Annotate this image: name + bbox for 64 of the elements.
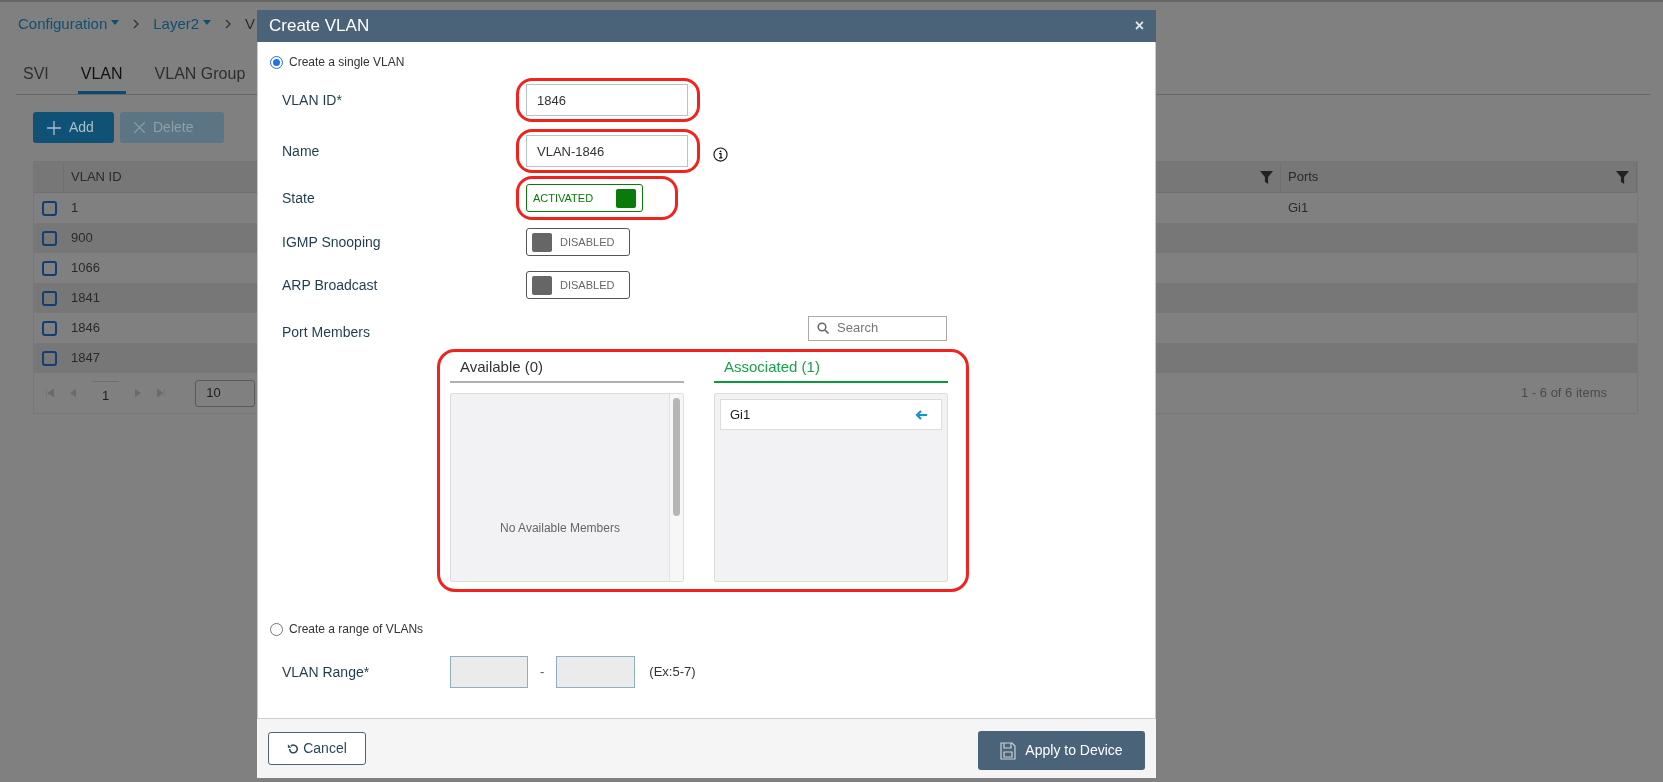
filter-icon[interactable] <box>1616 170 1629 184</box>
pane-tab[interactable]: Available (0) <box>450 353 684 383</box>
toggle-switch[interactable]: ACTIVATED <box>526 184 643 212</box>
field-label: Port Members <box>282 322 371 342</box>
search-field[interactable]: Search <box>808 315 947 341</box>
pane-tab[interactable]: Associated (1) <box>714 353 948 383</box>
range-end-field[interactable] <box>556 656 636 688</box>
checkbox[interactable] <box>41 260 57 276</box>
toggle-switch[interactable]: DISABLED <box>526 271 630 299</box>
apply-button[interactable]: Apply to Device <box>978 731 1145 770</box>
left-arrow-icon[interactable] <box>915 409 927 420</box>
tab[interactable]: VLAN Group <box>151 62 249 94</box>
filter-icon[interactable] <box>1260 170 1273 184</box>
chevron-right-icon <box>133 19 140 29</box>
table-cell-text: 1066 <box>71 259 100 278</box>
page-size-select[interactable]: 10 <box>195 379 256 407</box>
table-cell-text: 1841 <box>71 289 100 308</box>
close-button[interactable]: × <box>1134 18 1144 34</box>
column-header: Ports <box>1288 168 1319 187</box>
search-input[interactable]: Search <box>837 318 927 338</box>
field-label: ARP Broadcast <box>282 275 379 295</box>
tab[interactable]: SVI <box>20 62 52 94</box>
radio-label: Create a single VLAN <box>289 54 405 71</box>
checkbox[interactable] <box>41 290 57 306</box>
page-number[interactable]: 1 <box>92 380 120 406</box>
empty-message: No Available Members <box>500 520 620 537</box>
field-label: IGMP Snooping <box>282 232 382 252</box>
table-cell-text: 900 <box>71 229 93 248</box>
checkbox[interactable] <box>41 230 57 246</box>
field-label: VLAN ID* <box>282 90 343 110</box>
add-button[interactable]: Add <box>33 112 114 143</box>
radio-label: Create a range of VLANs <box>289 621 424 638</box>
range-start-field[interactable] <box>450 656 528 688</box>
undo-icon <box>287 742 300 755</box>
caret-icon <box>203 19 212 25</box>
caret-icon <box>111 19 120 25</box>
list-item[interactable]: Gi1 <box>720 399 942 430</box>
tab[interactable]: VLAN <box>77 62 126 94</box>
range-separator: - <box>540 663 545 682</box>
close-icon <box>134 122 145 133</box>
checkbox[interactable] <box>41 350 57 366</box>
breadcrumb-link[interactable]: V <box>245 12 256 36</box>
cancel-button[interactable]: Cancel <box>268 732 366 765</box>
table-cell-text: 1 <box>71 199 79 218</box>
info-icon[interactable] <box>713 146 728 162</box>
field-label: VLAN Range* <box>282 662 371 682</box>
search-icon <box>817 322 829 334</box>
text-field[interactable]: VLAN-1846 <box>526 135 688 167</box>
checkbox[interactable] <box>41 200 57 216</box>
plus-icon <box>47 120 61 135</box>
table-cell-text: Gi1 <box>1288 199 1309 218</box>
field-label: State <box>282 188 316 208</box>
text-field[interactable]: 1846 <box>526 84 688 116</box>
column-header: VLAN ID <box>71 168 122 187</box>
toggle-switch[interactable]: DISABLED <box>526 228 630 256</box>
chevron-right-icon <box>225 19 232 29</box>
dialog-title: Create VLAN <box>269 15 370 38</box>
table-cell-text: 1847 <box>71 349 100 368</box>
item-label: Gi1 <box>730 405 751 424</box>
table-cell-text: 1846 <box>71 319 100 338</box>
range-hint: (Ex:5-7) <box>649 663 696 682</box>
checkbox[interactable] <box>41 320 57 336</box>
scrollbar-thumb[interactable] <box>673 398 680 516</box>
field-label: Name <box>282 141 321 161</box>
